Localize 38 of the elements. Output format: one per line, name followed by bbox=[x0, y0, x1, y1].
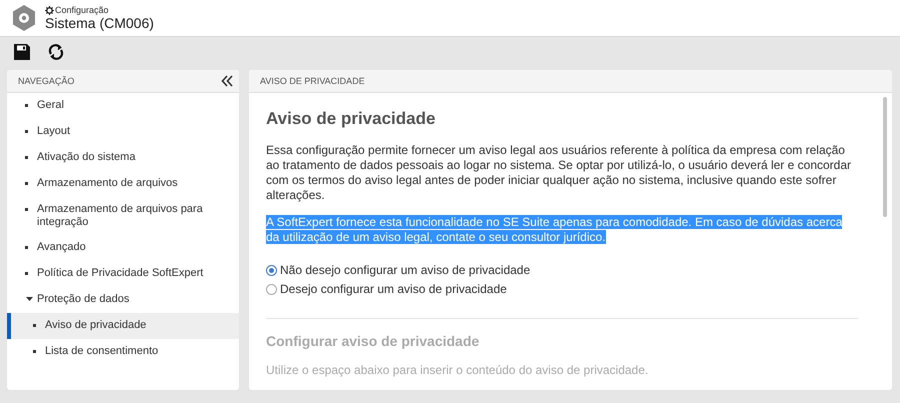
page-title: Sistema (CM006) bbox=[45, 15, 154, 31]
bullet-icon bbox=[25, 182, 28, 185]
heading: Aviso de privacidade bbox=[266, 109, 436, 129]
nav-item[interactable]: Proteção de dados bbox=[7, 287, 239, 313]
nav-item[interactable]: Política de Privacidade SoftExpert bbox=[7, 261, 239, 287]
save-icon bbox=[13, 42, 31, 60]
bullet-icon bbox=[25, 130, 28, 133]
section-heading: Configurar aviso de privacidade bbox=[266, 333, 480, 349]
nav-item[interactable]: Avançado bbox=[7, 235, 239, 261]
panel-title: NAVEGAÇÃO bbox=[18, 76, 74, 86]
radio-option[interactable]: Desejo configurar um aviso de privacidade bbox=[266, 282, 858, 296]
scrollbar[interactable] bbox=[883, 97, 887, 217]
nav-item[interactable]: Armazenamento de arquivos bbox=[7, 171, 239, 197]
bullet-icon bbox=[33, 350, 36, 353]
paragraph: A SoftExpert fornece esta funcionalidade no SE Suite apenas para comodidade. Em caso de dúvidas acerca da utilização de um aviso legal, contate o seu consultor jurídico. bbox=[266, 215, 844, 245]
breadcrumb: Configuração bbox=[55, 5, 109, 15]
bullet-icon bbox=[25, 272, 28, 275]
nav-item[interactable]: Aviso de privacidade bbox=[7, 313, 239, 339]
collapse-icon[interactable] bbox=[221, 75, 233, 87]
paragraph: Essa configuração permite fornecer um aviso legal aos usuários referente à política da empresa com relação ao tratamento de dados pessoais ao logar no sistema. Se optar por utilizá-lo, o usuário deverá ler e concordar com os termos do aviso legal antes de poder iniciar qualquer ação no sistema, inclusive quando este sofrer alterações. bbox=[266, 143, 852, 203]
section-text: Utilize o espaço abaixo para inserir o conteúdo do aviso de privacidade. bbox=[266, 363, 650, 378]
bullet-icon bbox=[25, 208, 28, 211]
bullet-icon bbox=[33, 324, 36, 327]
gear-logo-icon bbox=[11, 4, 37, 32]
nav-item[interactable]: Lista de consentimento bbox=[7, 339, 239, 365]
radio-option[interactable]: Não desejo configurar um aviso de privacidade bbox=[266, 263, 858, 277]
nav-item[interactable]: Ativação do sistema bbox=[7, 145, 239, 171]
bullet-icon bbox=[25, 104, 28, 107]
gear-icon bbox=[45, 6, 54, 14]
nav-item[interactable]: Geral bbox=[7, 93, 239, 119]
nav-item[interactable]: Armazenamento de arquivos para integração bbox=[7, 197, 239, 235]
bullet-icon bbox=[25, 156, 28, 159]
save-button[interactable] bbox=[13, 42, 31, 60]
nav-item[interactable]: Layout bbox=[7, 119, 239, 145]
panel-title: AVISO DE PRIVACIDADE bbox=[260, 76, 365, 86]
refresh-button[interactable] bbox=[47, 42, 65, 60]
bullet-icon bbox=[25, 246, 28, 249]
refresh-icon bbox=[47, 42, 65, 60]
